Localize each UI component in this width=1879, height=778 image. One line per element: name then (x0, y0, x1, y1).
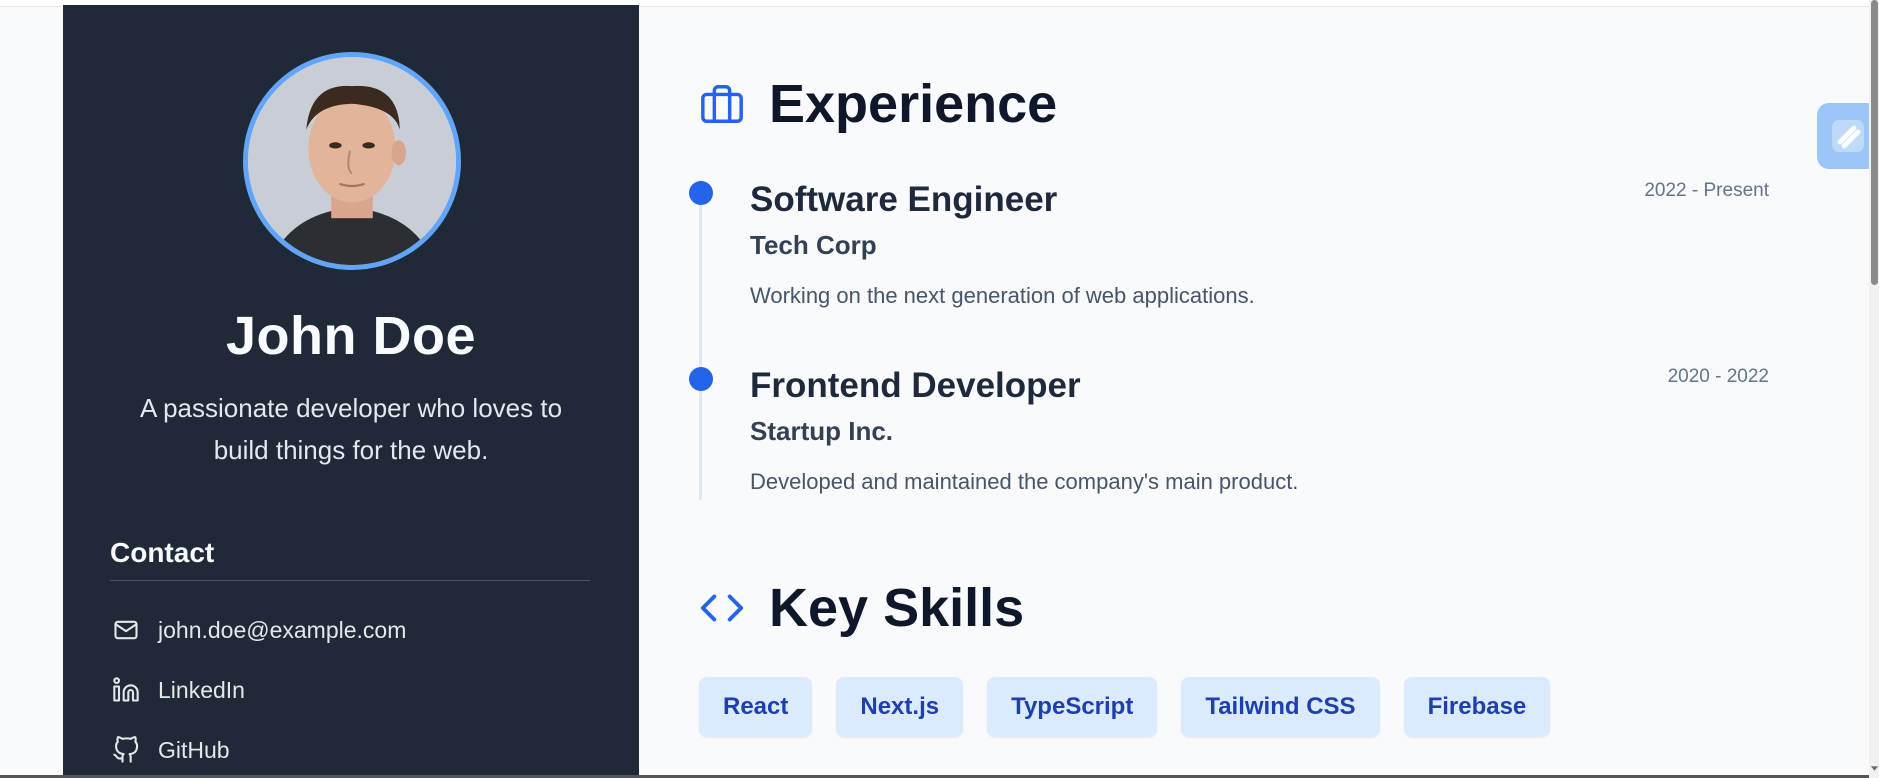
scrollbar-thumb[interactable] (1871, 0, 1878, 285)
job-title: Software Engineer (750, 180, 1058, 219)
scroll-down-arrow-icon[interactable] (1870, 763, 1879, 773)
linkedin-icon (110, 674, 142, 706)
experience-heading: Experience (699, 73, 1057, 135)
contact-email-label: john.doe@example.com (158, 616, 407, 643)
extension-icon (1832, 120, 1864, 152)
skill-badge[interactable]: Firebase (1403, 677, 1551, 737)
skills-title: Key Skills (769, 578, 1025, 638)
job-company: Tech Corp (750, 230, 877, 260)
profile-sidebar: John Doe A passionate developer who love… (63, 5, 639, 778)
github-icon (110, 734, 142, 766)
profile-name: John Doe (225, 306, 476, 366)
avatar-photo (248, 57, 456, 265)
skill-badge[interactable]: Tailwind CSS (1181, 677, 1380, 737)
skill-badge[interactable]: Next.js (836, 677, 964, 737)
contact-github-link[interactable]: GitHub (110, 734, 230, 766)
contact-heading: Contact (110, 537, 215, 568)
contact-linkedin-link[interactable]: LinkedIn (110, 674, 245, 706)
contact-email-link[interactable]: john.doe@example.com (110, 614, 406, 646)
main-content: Experience Software Engineer Tech Corp W… (639, 5, 1869, 778)
timeline-dot (689, 367, 713, 391)
experience-title: Experience (769, 74, 1058, 134)
timeline-line (699, 180, 702, 500)
contact-github-label: GitHub (158, 736, 230, 763)
contact-linkedin-label: LinkedIn (158, 676, 245, 703)
skills-heading: Key Skills (699, 577, 1024, 639)
job-company: Startup Inc. (750, 416, 894, 446)
job-description: Working on the next generation of web ap… (750, 283, 1255, 308)
profile-bio: A passionate developer who loves to buil… (139, 393, 563, 465)
timeline-dot (689, 181, 713, 205)
skill-badge[interactable]: React (699, 677, 813, 737)
job-title: Frontend Developer (750, 366, 1081, 405)
job-date: 2022 - Present (1644, 180, 1769, 201)
skills-list: React Next.js TypeScript Tailwind CSS Fi… (699, 677, 1551, 737)
job-date: 2020 - 2022 (1667, 366, 1769, 387)
code-icon (699, 585, 745, 631)
avatar (243, 52, 461, 270)
mail-icon (110, 614, 142, 646)
briefcase-icon (699, 81, 745, 127)
skill-badge[interactable]: TypeScript (987, 677, 1158, 737)
job-description: Developed and maintained the company's m… (750, 469, 1299, 494)
contact-divider (110, 580, 590, 581)
